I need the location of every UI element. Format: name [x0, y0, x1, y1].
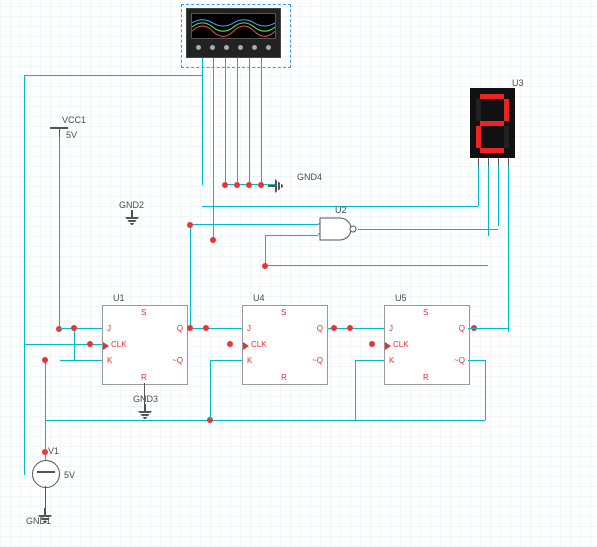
node	[56, 326, 62, 332]
scope-probes	[191, 45, 275, 55]
jk-ff-u1[interactable]: S J CLK K Q ~Q R	[102, 305, 188, 385]
node	[369, 341, 375, 347]
node	[210, 237, 216, 243]
node	[347, 325, 353, 331]
node	[187, 325, 193, 331]
jk-ff-u5[interactable]: S J CLK K Q ~Q R	[384, 305, 470, 385]
label-vcc1: VCC1	[62, 115, 86, 125]
label-u3: U3	[512, 78, 524, 88]
ground-gnd1[interactable]	[35, 508, 55, 524]
node	[227, 341, 233, 347]
label-vcc-val: 5V	[66, 130, 77, 140]
node	[207, 417, 213, 423]
node	[246, 182, 252, 188]
jk-ff-u4[interactable]: S J CLK K Q ~Q R	[242, 305, 328, 385]
node	[222, 182, 228, 188]
node	[42, 357, 48, 363]
node	[234, 182, 240, 188]
scope-screen	[191, 13, 276, 39]
node	[71, 325, 77, 331]
node	[262, 263, 268, 269]
label-u4: U4	[253, 293, 265, 303]
label-gnd3: GND3	[133, 394, 158, 404]
display-pins	[473, 158, 513, 166]
oscilloscope[interactable]	[186, 8, 281, 58]
pulse-source[interactable]	[32, 460, 60, 488]
node	[187, 222, 193, 228]
ground-gnd4[interactable]	[268, 176, 284, 196]
node	[203, 325, 209, 331]
ground-gnd2[interactable]	[122, 210, 142, 226]
seven-seg-display[interactable]	[470, 88, 515, 158]
node	[258, 182, 264, 188]
label-v1: V1	[48, 446, 59, 456]
schematic-canvas[interactable]: GND4 VCC1 5V GND2 U3 U2	[0, 0, 597, 547]
label-gnd4: GND4	[297, 172, 322, 182]
label-v1-val: 5V	[64, 470, 75, 480]
label-u2: U2	[335, 205, 347, 215]
label-u1: U1	[113, 293, 125, 303]
node	[87, 341, 93, 347]
label-u5: U5	[395, 293, 407, 303]
node	[331, 325, 337, 331]
label-gnd2: GND2	[119, 200, 144, 210]
ground-gnd3[interactable]	[135, 404, 155, 420]
nand-gate[interactable]	[318, 216, 358, 242]
node	[471, 325, 477, 331]
